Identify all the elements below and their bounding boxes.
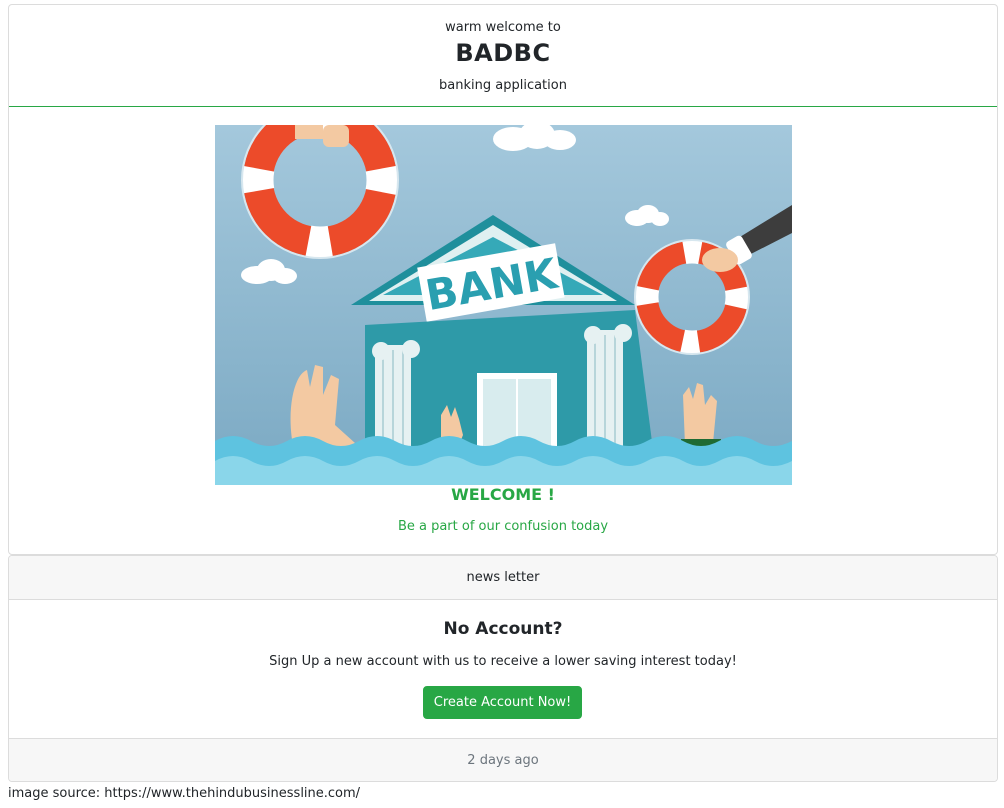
brand-title: BADBC xyxy=(455,39,551,67)
welcome-title: WELCOME ! xyxy=(451,485,555,504)
bank-rescue-illustration: BANK xyxy=(215,125,792,485)
newsletter-card: news letter No Account? Sign Up a new ac… xyxy=(8,555,998,782)
create-account-button[interactable]: Create Account Now! xyxy=(423,686,582,719)
signup-text: Sign Up a new account with us to receive… xyxy=(269,654,737,669)
welcome-small-text: warm welcome to xyxy=(445,20,561,35)
welcome-card: warm welcome to BADBC banking applicatio… xyxy=(8,4,998,555)
newsletter-header: news letter xyxy=(9,556,997,600)
no-account-title: No Account? xyxy=(443,619,563,639)
image-source-text: image source: https://www.thehindubusine… xyxy=(8,786,361,801)
welcome-card-header: warm welcome to BADBC banking applicatio… xyxy=(9,5,997,107)
welcome-text: Be a part of our confusion today xyxy=(397,519,609,534)
brand-subtitle: banking application xyxy=(439,78,567,93)
newsletter-footer-timestamp: 2 days ago xyxy=(9,738,997,781)
